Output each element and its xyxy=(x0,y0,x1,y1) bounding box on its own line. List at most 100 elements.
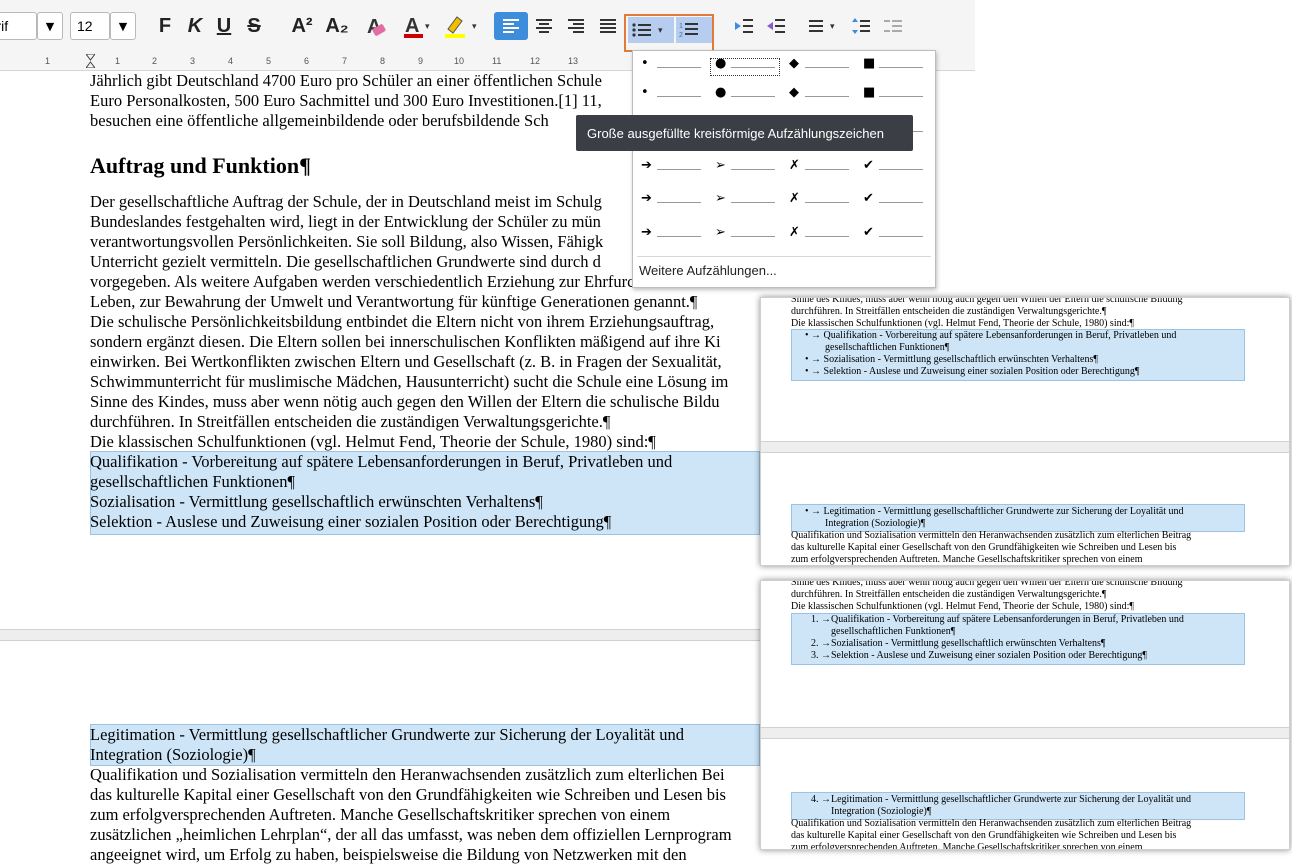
bullet-option-arrowhead[interactable]: ➢ xyxy=(711,225,779,244)
bullet-option-check[interactable]: ✔ xyxy=(859,158,927,177)
preview-line: Sinne des Kindes, muss aber wenn nötig a… xyxy=(791,580,1183,588)
bullet-list-icon: ▾ xyxy=(632,23,663,37)
underline-label: U xyxy=(216,14,232,37)
bullet-option-cross[interactable]: ✗ xyxy=(785,158,853,177)
paragraph-line: angeeignet wird, um Erfolg zu haben, bei… xyxy=(90,845,687,864)
decrease-indent-button[interactable] xyxy=(762,12,790,40)
increase-indent-button[interactable] xyxy=(730,12,758,40)
align-center-icon xyxy=(536,19,552,33)
increase-paragraph-spacing-button[interactable] xyxy=(848,12,874,40)
font-size-combo[interactable]: 12 xyxy=(70,12,110,40)
svg-text:▾: ▾ xyxy=(658,25,663,35)
line-spacing-icon: ▾ xyxy=(809,20,835,32)
bold-button[interactable]: F xyxy=(152,12,178,40)
underline-button[interactable]: U xyxy=(210,12,238,40)
align-left-button[interactable] xyxy=(494,12,528,40)
bullet-option-diamond[interactable]: ◆ xyxy=(785,56,853,75)
font-color-button[interactable]: A ▾ xyxy=(400,12,434,40)
preview-list-item: • → Selektion - Auslese und Zuweisung ei… xyxy=(805,366,1140,377)
bullet-option-large-dot[interactable]: ● xyxy=(710,56,780,76)
ruler-tick: 1 xyxy=(45,56,51,66)
align-left-icon xyxy=(503,19,519,33)
more-bullets-link[interactable]: Weitere Aufzählungen... xyxy=(639,263,777,278)
preview-list-item: Integration (Soziologie)¶ xyxy=(831,806,932,817)
justify-button[interactable] xyxy=(594,12,622,40)
bold-label: F xyxy=(158,14,172,37)
ruler-tick: 5 xyxy=(266,56,272,66)
bullet-option-small-dot[interactable]: • xyxy=(637,56,705,75)
bullet-glyph: ➔ xyxy=(641,191,652,206)
ruler-tick: 6 xyxy=(304,56,310,66)
highlight-color-button[interactable]: ▾ xyxy=(442,12,482,40)
line-spacing-button[interactable]: ▾ xyxy=(806,12,846,40)
subscript-button[interactable]: A₂ xyxy=(320,12,354,40)
numbered-preview-panel: Sinne des Kindes, muss aber wenn nötig a… xyxy=(760,580,1290,850)
selected-line: Selektion - Auslese und Zuweisung einer … xyxy=(90,512,612,531)
bullet-glyph: ● xyxy=(715,56,727,71)
bullet-option-cross[interactable]: ✗ xyxy=(785,225,853,244)
superscript-button[interactable]: A² xyxy=(285,12,319,40)
bullet-option-cross[interactable]: ✗ xyxy=(785,191,853,210)
clear-formatting-button[interactable]: A xyxy=(360,12,390,40)
bullet-option-square[interactable]: ■ xyxy=(859,56,927,75)
strikethrough-button[interactable]: S xyxy=(240,12,268,40)
bullet-option-check[interactable]: ✔ xyxy=(859,191,927,210)
align-right-button[interactable] xyxy=(562,12,590,40)
paragraph-spacing-icon xyxy=(852,18,870,34)
bullet-glyph: • xyxy=(641,85,649,100)
bullet-glyph: ✗ xyxy=(789,158,800,173)
bullet-glyph: ✔ xyxy=(863,158,874,173)
italic-label: K xyxy=(187,14,203,37)
bullet-option-diamond[interactable]: ◆ xyxy=(785,85,853,104)
decrease-indent-icon xyxy=(767,19,785,33)
svg-text:▾: ▾ xyxy=(472,21,477,31)
bullet-option-arrowhead[interactable]: ➢ xyxy=(711,158,779,177)
italic-button[interactable]: K xyxy=(182,12,208,40)
font-name-dropdown-button[interactable]: ▼ xyxy=(37,12,63,40)
paragraph-line: sondern ergänzt diesen. Die Eltern solle… xyxy=(90,332,721,351)
ruler-tick: 4 xyxy=(228,56,234,66)
ruler-tick: 7 xyxy=(342,56,348,66)
ruler-tick: 9 xyxy=(418,56,424,66)
unordered-list-button[interactable]: ▾ xyxy=(628,17,674,43)
align-right-icon xyxy=(568,19,584,33)
paragraph-line: zusätzlichen „heimlichen Lehrplan“, der … xyxy=(90,825,732,844)
preview-line: Die klassischen Schulfunktionen (vgl. He… xyxy=(791,601,1134,612)
font-size-value: 12 xyxy=(77,18,93,34)
ruler-tick: 10 xyxy=(454,56,465,66)
preview-list-item: • → Legitimation - Vermittlung gesellsch… xyxy=(805,506,1184,517)
ordered-list-button[interactable]: 12 xyxy=(676,17,712,43)
svg-text:▾: ▾ xyxy=(425,21,430,31)
bullet-glyph: ➢ xyxy=(715,225,726,240)
indent-marker[interactable] xyxy=(85,53,96,69)
ruler-tick: 3 xyxy=(190,56,196,66)
font-name-combo[interactable]: Liberation Serif xyxy=(0,12,37,40)
preview-list-item: • → Qualifikation - Vorbereitung auf spä… xyxy=(805,330,1177,341)
svg-text:1: 1 xyxy=(679,23,683,30)
bullet-option-square[interactable]: ■ xyxy=(859,85,927,104)
svg-text:▾: ▾ xyxy=(830,21,835,31)
bullet-glyph: ➢ xyxy=(715,191,726,206)
bullet-option-small-dot[interactable]: • xyxy=(637,85,705,104)
bullet-glyph: ➢ xyxy=(715,158,726,173)
bullet-option-arrow[interactable]: ➔ xyxy=(637,158,705,177)
preview-list-item: • → Sozialisation - Vermittlung gesellsc… xyxy=(805,354,1098,365)
ruler-tick: 8 xyxy=(380,56,386,66)
bullet-option-large-dot[interactable]: ● xyxy=(711,85,779,104)
font-size-dropdown-button[interactable]: ▼ xyxy=(110,12,136,40)
bullet-option-arrow[interactable]: ➔ xyxy=(637,225,705,244)
ruler-tick: 2 xyxy=(152,56,158,66)
decrease-paragraph-spacing-button[interactable] xyxy=(880,12,906,40)
tooltip-text: Große ausgefüllte kreisförmige Aufzählun… xyxy=(587,125,884,141)
bullet-option-check[interactable]: ✔ xyxy=(859,225,927,244)
formatting-toolbar: Liberation Serif ▼ 12 ▼ F K U S A² A₂ A … xyxy=(0,0,975,53)
selected-line: gesellschaftlichen Funktionen¶ xyxy=(90,472,295,491)
bullet-glyph: ✗ xyxy=(789,225,800,240)
paragraph-line: einwirken. Bei Wertkonflikten zwischen E… xyxy=(90,352,722,371)
preview-line: das kulturelle Kapital einer Gesellschaf… xyxy=(791,542,1177,553)
bullet-option-arrow[interactable]: ➔ xyxy=(637,191,705,210)
align-center-button[interactable] xyxy=(530,12,558,40)
bullet-option-arrowhead[interactable]: ➢ xyxy=(711,191,779,210)
paragraph-line: Qualifikation und Sozialisation vermitte… xyxy=(90,765,725,784)
paragraph-spacing-decrease-icon xyxy=(884,20,902,32)
